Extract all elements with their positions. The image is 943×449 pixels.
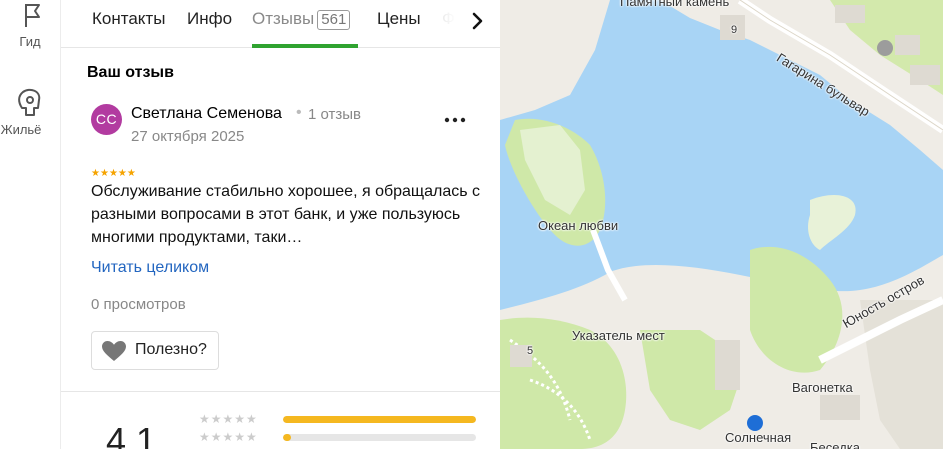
heart-icon <box>102 341 126 361</box>
rail-item-housing[interactable]: Жильё <box>0 86 60 137</box>
map-label-sunny[interactable]: Солнечная <box>725 430 791 445</box>
map-label-ocean-of-love[interactable]: Океан любви <box>538 218 618 233</box>
star-icon: ★ <box>91 168 100 179</box>
flag-icon <box>25 4 40 27</box>
rating-bar-track <box>283 434 476 441</box>
rating-bar-fill <box>283 416 476 423</box>
section-divider <box>61 391 500 392</box>
chevron-right-icon[interactable] <box>465 9 489 33</box>
avatar[interactable]: СС <box>91 104 122 135</box>
rail-label-housing: Жильё <box>0 122 42 137</box>
map-label-wagon[interactable]: Вагонетка <box>792 380 853 395</box>
tab-contacts[interactable]: Контакты <box>92 9 165 29</box>
star-icon: ★ <box>117 168 127 179</box>
map-label-arbor[interactable]: Беседка <box>810 440 860 449</box>
map-label-house-number: 5 <box>527 345 534 357</box>
tab-prices[interactable]: Цены <box>377 9 421 29</box>
star-icon: ★ <box>108 168 118 179</box>
more-options-icon[interactable] <box>443 110 467 130</box>
star-icon: ★ <box>99 168 109 179</box>
useful-label: Полезно? <box>135 341 207 358</box>
rating-bar-track <box>283 416 476 423</box>
tab-reviews-label: Отзывы <box>252 9 315 28</box>
map[interactable]: Памятный камень Гагарина бульвар Океан л… <box>500 0 943 449</box>
rail-item-guide[interactable]: Гид <box>0 0 60 49</box>
rail-label-guide: Гид <box>19 34 41 49</box>
overall-rating: 4.1 <box>106 420 157 449</box>
useful-button[interactable]: Полезно? <box>91 331 219 370</box>
star-icon: ★ <box>126 168 136 179</box>
views-count: 0 просмотров <box>91 296 186 313</box>
map-label-signpost[interactable]: Указатель мест <box>572 328 665 343</box>
author-separator: • <box>296 104 302 121</box>
tab-info[interactable]: Инфо <box>187 9 232 29</box>
rating-bar-fill <box>283 434 291 441</box>
left-rail: Гид Жильё <box>0 0 61 449</box>
map-label-house-number: 9 <box>731 24 738 36</box>
author-name[interactable]: Светлана Семенова <box>131 105 282 123</box>
tab-bar: Контакты Инфо Отзывы561 Цены Ф <box>61 0 500 48</box>
map-label-memorial[interactable]: Памятный камень <box>620 0 729 9</box>
review-stars: ★★★★★ <box>91 163 136 179</box>
author-reviews-count: 1 отзыв <box>308 106 362 123</box>
reviews-count-badge: 561 <box>317 10 351 30</box>
tab-fade <box>421 0 471 46</box>
bar-stars-4: ★★★★★ <box>199 430 258 444</box>
tab-reviews[interactable]: Отзывы 561 <box>252 9 351 30</box>
active-tab-underline <box>252 44 358 48</box>
section-title: Ваш отзыв <box>87 64 174 81</box>
read-more-link[interactable]: Читать целиком <box>91 259 209 277</box>
house-icon <box>18 88 41 116</box>
place-panel: Контакты Инфо Отзывы561 Цены Ф Ваш отзыв… <box>61 0 500 449</box>
review-date: 27 октября 2025 <box>131 128 245 145</box>
bar-stars-5: ★★★★★ <box>199 412 258 426</box>
review-text: Обслуживание стабильно хорошее, я обраща… <box>91 183 481 246</box>
